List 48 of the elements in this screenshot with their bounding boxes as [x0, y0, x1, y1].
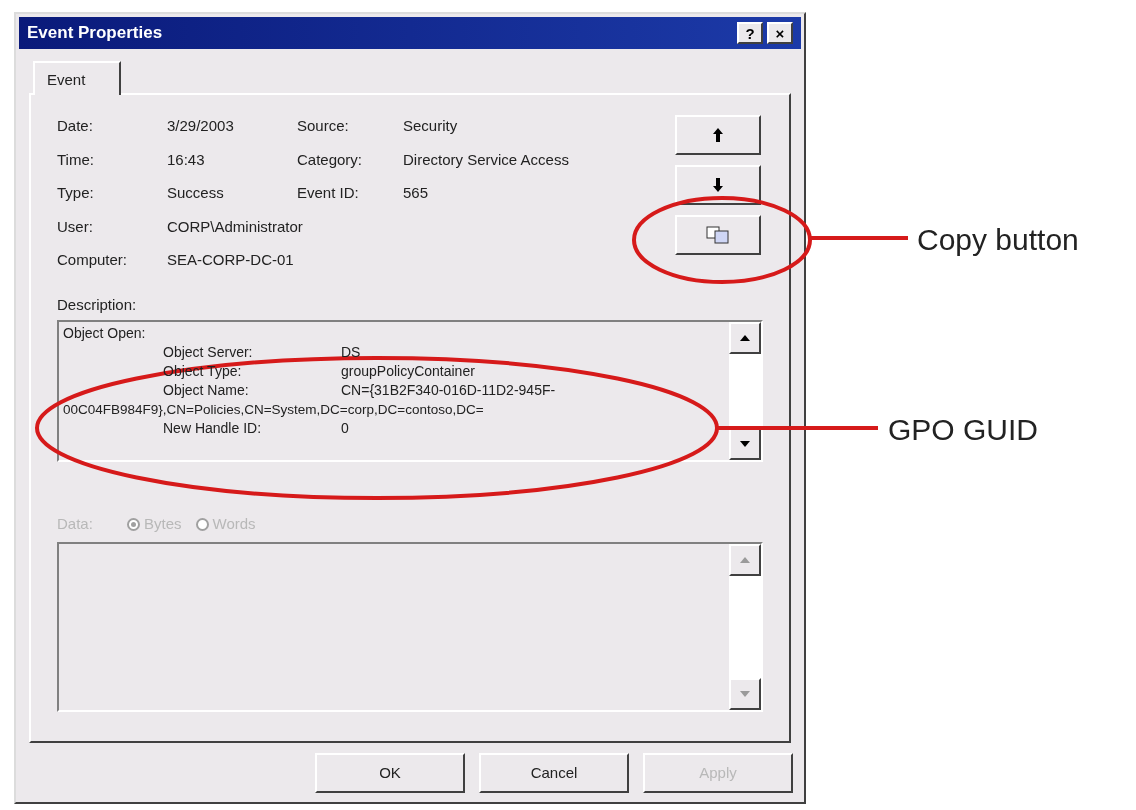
field-value: SEA-CORP-DC-01 [167, 250, 295, 270]
description-label-text: Object Name: [163, 381, 250, 400]
dialog-button[interactable]: Cancel [479, 753, 629, 793]
description-text: Object Open: [63, 324, 147, 343]
title-bar-button[interactable]: ? [737, 22, 763, 44]
up-arrow-icon [712, 127, 724, 143]
field-value: 16:43 [167, 149, 206, 170]
description-text: 00C04FB984F9},CN=Policies,CN=System,DC=corp,DC=contoso,DC= [63, 401, 485, 419]
field-value: CORP\Administrator [167, 216, 304, 237]
previous-button[interactable] [675, 115, 761, 155]
scroll-up-button[interactable] [729, 544, 761, 576]
field-label: Time: [57, 149, 95, 170]
dialog-button[interactable]: OK [315, 753, 465, 793]
field-value: Security [403, 116, 459, 136]
description-value: CN={31B2F340-016D-11D2-945F- [341, 381, 556, 400]
description-value: 0 [341, 419, 349, 438]
scroll-down-button[interactable] [729, 428, 761, 460]
scroll-down-icon [740, 691, 750, 697]
down-arrow-icon [712, 177, 724, 193]
window-title: Event Properties [27, 22, 164, 45]
description-value: DS [341, 343, 361, 362]
scroll-up-button[interactable] [729, 322, 761, 354]
copy-icon [706, 226, 730, 244]
next-button[interactable] [675, 165, 761, 205]
field-label: Type: [57, 183, 95, 203]
annotation-label: Copy button [917, 222, 1079, 258]
field-label: Category: [297, 149, 364, 170]
field-label: Event ID: [297, 183, 360, 203]
field-value: Success [167, 183, 225, 203]
scroll-up-icon [740, 557, 750, 563]
field-value: Directory Service Access [403, 149, 569, 170]
description-value: groupPolicyContainer [341, 362, 475, 381]
copy-button[interactable] [675, 215, 761, 255]
scroll-down-button[interactable] [729, 678, 761, 710]
field-value: 565 [403, 183, 430, 203]
title-bar-button[interactable]: × [767, 22, 793, 44]
annotation-label: GPO GUID [888, 412, 1038, 448]
field-value: 3/29/2003 [167, 116, 235, 136]
description-label: Description: [57, 294, 138, 315]
field-label: User: [57, 216, 94, 237]
description-label-text: Object Server: [163, 343, 254, 362]
field-label: Computer: [57, 250, 129, 270]
scroll-down-icon [740, 441, 750, 447]
description-label-text: New Handle ID: [163, 419, 263, 438]
scroll-up-icon [740, 335, 750, 341]
tab[interactable]: Event [33, 61, 121, 95]
field-label: Source: [297, 116, 350, 136]
field-label: Date: [57, 116, 94, 136]
